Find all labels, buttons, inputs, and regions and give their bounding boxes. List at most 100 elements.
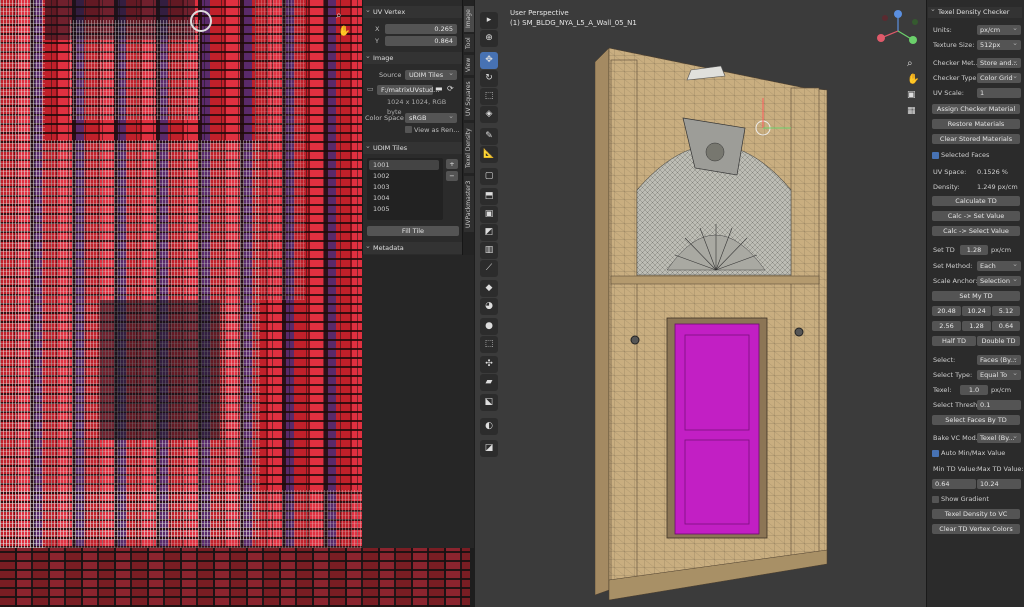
double-td-button[interactable]: Double TD [977, 336, 1020, 346]
calculate-td-button[interactable]: Calculate TD [932, 196, 1020, 206]
move-icon[interactable]: ✥ [480, 52, 498, 69]
image-header[interactable]: Image [363, 50, 463, 64]
texel-panel-title[interactable]: Texel Density Checker [928, 7, 1022, 18]
smooth-icon[interactable]: ● [480, 318, 498, 335]
extrude-icon[interactable]: ⬒ [480, 188, 498, 205]
set-method-dropdown[interactable]: Each [977, 259, 1021, 271]
density-label: Density: [933, 183, 960, 191]
texel-to-vc-button[interactable]: Texel Density to VC [932, 509, 1020, 519]
clear-stored-button[interactable]: Clear Stored Materials [932, 134, 1020, 144]
max-td-field[interactable]: 10.24 [977, 479, 1021, 489]
restore-materials-button[interactable]: Restore Materials [932, 119, 1020, 129]
preset-button[interactable]: 1.28 [962, 321, 991, 331]
remove-tile-button[interactable]: − [446, 171, 458, 181]
add-cube-icon[interactable]: ▢ [480, 168, 498, 185]
selected-faces-checkbox[interactable] [932, 152, 939, 159]
color-space-dropdown[interactable]: sRGB [405, 111, 457, 123]
checker-type-dropdown[interactable]: Color Grid [977, 71, 1021, 83]
uv-x-field[interactable]: 0.265 [385, 24, 457, 34]
folder-icon[interactable]: ▬ [435, 84, 443, 93]
inset-icon[interactable]: ▣ [480, 206, 498, 223]
preset-button[interactable]: 5.12 [992, 306, 1020, 316]
udim-tiles-header[interactable]: UDIM Tiles [363, 140, 463, 154]
to-sphere-icon[interactable]: ◐ [480, 418, 498, 435]
show-gradient-checkbox[interactable] [932, 496, 939, 503]
preset-button[interactable]: 20.48 [932, 306, 961, 316]
bake-vc-dropdown[interactable]: Texel (By... [977, 431, 1021, 443]
poly-build-icon[interactable]: ◆ [480, 280, 498, 297]
knife-icon[interactable]: ⟋ [480, 260, 498, 277]
calc-select-value-button[interactable]: Calc -> Select Value [932, 226, 1020, 236]
scale-anchor-dropdown[interactable]: Selection [977, 274, 1021, 286]
uv-scale-field[interactable]: 1 [977, 88, 1021, 98]
set-td-field[interactable]: 1.28 [960, 245, 988, 255]
texel-field[interactable]: 1.0 [960, 385, 988, 395]
filepath-field[interactable]: F:/matrixUVstud... [377, 85, 439, 95]
zoom-icon[interactable]: ⌕ [336, 10, 342, 21]
cursor-icon[interactable]: ⊕ [480, 30, 498, 47]
navigation-gizmo[interactable] [875, 8, 921, 54]
uv-cursor[interactable] [190, 10, 212, 32]
select-thresh-field[interactable]: 0.1 [977, 400, 1021, 410]
preset-button[interactable]: 2.56 [932, 321, 961, 331]
udim-tile-list[interactable]: 1001 1002 1003 1004 1005 [367, 158, 443, 220]
hand-icon[interactable]: ✋ [338, 26, 350, 37]
texture-size-dropdown[interactable]: 512px [977, 38, 1021, 50]
rotate-icon[interactable]: ↻ [480, 70, 498, 87]
set-my-td-button[interactable]: Set My TD [932, 291, 1020, 301]
tab-texel-density[interactable]: Texel Density [464, 123, 474, 173]
select-dropdown[interactable]: Faces (By... [977, 353, 1021, 365]
fill-tile-button[interactable]: Fill Tile [367, 226, 459, 236]
uv-editor-canvas[interactable]: ⌕ ✋ [0, 0, 362, 548]
select-icon[interactable]: ▸ [480, 12, 498, 29]
tab-uvpackmaster[interactable]: UVPackmaster3 [464, 176, 474, 232]
tab-view[interactable]: View [464, 55, 474, 75]
list-item[interactable]: 1004 [369, 193, 439, 203]
snap-icon[interactable]: ◪ [480, 440, 498, 457]
zoom-icon[interactable]: ⌕ [907, 58, 913, 69]
select-type-dropdown[interactable]: Equal To [977, 368, 1021, 380]
camera-icon[interactable]: ▣ [907, 90, 916, 100]
reload-icon[interactable]: ⟳ [447, 84, 454, 93]
transform-icon[interactable]: ◈ [480, 106, 498, 123]
3d-viewport[interactable]: User Perspective (1) SM_BLDG_NYA_L5_A_Wa… [475, 0, 926, 607]
preset-button[interactable]: 10.24 [962, 306, 991, 316]
checker-method-dropdown[interactable]: Store and... [977, 56, 1021, 68]
pan-icon[interactable]: ✋ [907, 74, 919, 85]
preset-button[interactable]: 0.64 [992, 321, 1020, 331]
uv-y-field[interactable]: 0.864 [385, 36, 457, 46]
half-td-button[interactable]: Half TD [932, 336, 976, 346]
metadata-header[interactable]: Metadata [363, 240, 463, 254]
tab-uv-squares[interactable]: UV Squares [464, 78, 474, 120]
rip-icon[interactable]: ⬕ [480, 394, 498, 411]
shear-icon[interactable]: ▰ [480, 374, 498, 391]
grid-icon[interactable]: ▦ [907, 106, 916, 116]
source-dropdown[interactable]: UDIM Tiles [405, 68, 457, 80]
select-faces-by-td-button[interactable]: Select Faces By TD [932, 415, 1020, 425]
scale-icon[interactable]: ⬚ [480, 88, 498, 105]
clear-td-vc-button[interactable]: Clear TD Vertex Colors [932, 524, 1020, 534]
assign-checker-button[interactable]: Assign Checker Material [932, 104, 1020, 114]
set-td-label: Set TD [933, 246, 955, 254]
list-item[interactable]: 1001 [369, 160, 439, 170]
units-dropdown[interactable]: px/cm [977, 23, 1021, 35]
uv-vertex-header[interactable]: UV Vertex [363, 4, 463, 18]
spin-icon[interactable]: ◕ [480, 298, 498, 315]
calc-set-value-button[interactable]: Calc -> Set Value [932, 211, 1020, 221]
tab-tool[interactable]: Tool [464, 34, 474, 52]
min-td-field[interactable]: 0.64 [932, 479, 976, 489]
bevel-icon[interactable]: ◩ [480, 224, 498, 241]
shrink-icon[interactable]: ✣ [480, 356, 498, 373]
tab-image[interactable]: Image [464, 6, 474, 32]
annotate-icon[interactable]: ✎ [480, 128, 498, 145]
building-model[interactable] [595, 40, 855, 605]
auto-minmax-checkbox[interactable] [932, 450, 939, 457]
list-item[interactable]: 1005 [369, 204, 439, 214]
loop-cut-icon[interactable]: ▥ [480, 242, 498, 259]
edge-slide-icon[interactable]: ⬚ [480, 336, 498, 353]
add-tile-button[interactable]: + [446, 159, 458, 169]
view-as-render-checkbox[interactable] [405, 126, 412, 133]
list-item[interactable]: 1002 [369, 171, 439, 181]
list-item[interactable]: 1003 [369, 182, 439, 192]
measure-icon[interactable]: 📐 [480, 146, 498, 163]
